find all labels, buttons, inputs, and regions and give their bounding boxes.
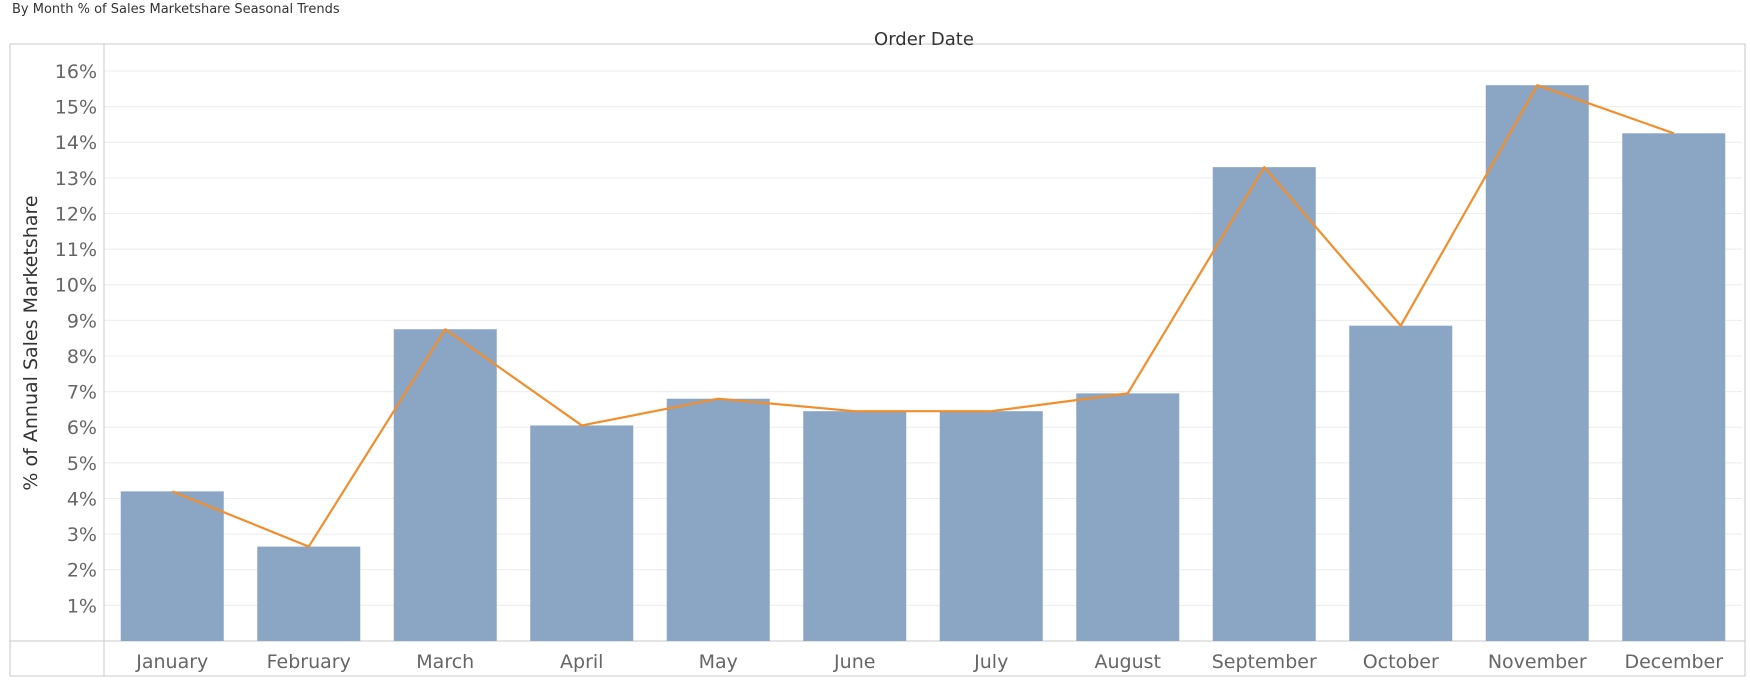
y-tick-label: 16% bbox=[55, 61, 97, 83]
x-tick-label-august: August bbox=[1095, 651, 1162, 673]
x-axis-ticks: January February March April May June July Augu… bbox=[135, 651, 1723, 673]
x-tick-label-may: May bbox=[699, 651, 738, 673]
x-tick-label-june: June bbox=[833, 651, 875, 673]
x-tick-label-july: July bbox=[973, 651, 1008, 673]
y-tick-label: 3% bbox=[67, 524, 97, 546]
bar-february bbox=[257, 547, 360, 641]
x-tick-label-january: January bbox=[135, 651, 208, 673]
bar-may bbox=[667, 399, 770, 641]
y-tick-label: 7% bbox=[67, 382, 97, 404]
y-tick-label: 5% bbox=[67, 453, 97, 475]
bar-october bbox=[1349, 326, 1452, 641]
x-tick-label-september: September bbox=[1212, 651, 1317, 673]
bar-december bbox=[1622, 133, 1725, 641]
bar-july bbox=[940, 411, 1043, 641]
chart-title: Order Date bbox=[874, 29, 974, 50]
bar-september bbox=[1213, 167, 1316, 641]
y-tick-label: 14% bbox=[55, 132, 97, 154]
y-axis-label: % of Annual Sales Marketshare bbox=[20, 195, 42, 490]
y-tick-label: 4% bbox=[67, 488, 97, 510]
chart-container: 1%2%3%4%5%6%7%8%9%10%11%12%13%14%15%16% … bbox=[0, 0, 1750, 681]
bar-january bbox=[121, 491, 224, 641]
x-tick-label-december: December bbox=[1624, 651, 1723, 673]
bar-line-chart: 1%2%3%4%5%6%7%8%9%10%11%12%13%14%15%16% … bbox=[0, 0, 1750, 681]
y-axis-ticks: 1% 2% 3% 4% 5% 6% 7% 8% 9% 10% 11% 12% 13% 14% 15% 16% bbox=[55, 61, 97, 617]
bar-june bbox=[803, 411, 906, 641]
bar-march bbox=[394, 329, 497, 641]
bar-august bbox=[1076, 393, 1179, 641]
y-tick-label: 13% bbox=[55, 168, 97, 190]
x-tick-label-april: April bbox=[560, 651, 603, 673]
x-tick-label-february: February bbox=[267, 651, 351, 673]
x-tick-label-november: November bbox=[1488, 651, 1587, 673]
bar-november bbox=[1486, 85, 1589, 641]
y-tick-label: 12% bbox=[55, 203, 97, 225]
y-tick-label: 2% bbox=[67, 560, 97, 582]
bar-series bbox=[121, 85, 1726, 641]
y-tick-label: 1% bbox=[67, 595, 97, 617]
bar-april bbox=[530, 425, 633, 641]
x-tick-label-october: October bbox=[1363, 651, 1439, 673]
y-tick-label: 9% bbox=[67, 310, 97, 332]
y-tick-label: 15% bbox=[55, 97, 97, 119]
y-tick-label: 6% bbox=[67, 417, 97, 439]
y-tick-label: 8% bbox=[67, 346, 97, 368]
y-tick-label: 10% bbox=[55, 275, 97, 297]
y-tick-label: 11% bbox=[55, 239, 97, 261]
x-tick-label-march: March bbox=[416, 651, 474, 673]
